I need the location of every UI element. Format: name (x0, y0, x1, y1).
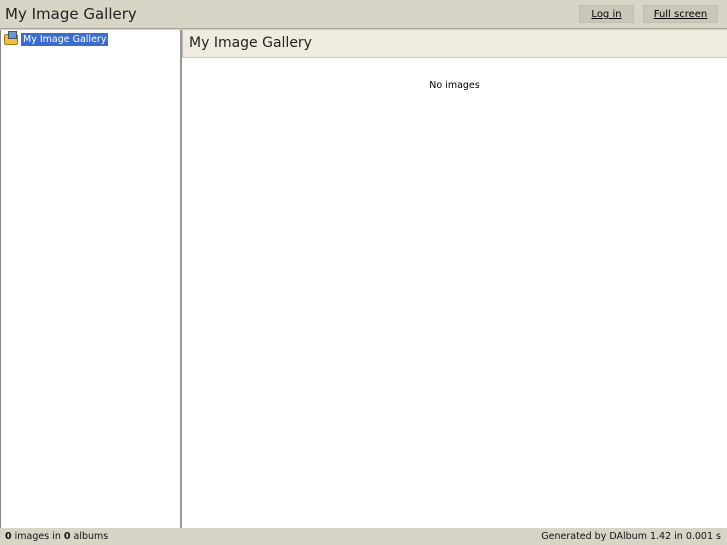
status-bar: 0 images in 0 albums Generated by DAlbum… (0, 528, 727, 545)
album-tree: My Image Gallery (0, 30, 182, 528)
content-pane: My Image Gallery No images (182, 30, 727, 528)
images-count: 0 (5, 531, 12, 542)
folder-icon (4, 31, 18, 45)
tree-item-root[interactable]: My Image Gallery (4, 31, 109, 46)
app-title: My Image Gallery (5, 5, 137, 23)
image-count: 0 images in 0 albums (5, 528, 108, 545)
generated-by: Generated by DAlbum 1.42 in 0.001 s (541, 531, 721, 542)
images-label: images in (11, 531, 64, 542)
login-button[interactable]: Log in (579, 5, 634, 23)
albums-count: 0 (63, 531, 71, 542)
tree-item-label[interactable]: My Image Gallery (21, 33, 109, 46)
fullscreen-button[interactable]: Full screen (643, 5, 718, 23)
album-title: My Image Gallery (182, 30, 727, 58)
empty-message: No images (429, 80, 480, 91)
header: My Image Gallery Log in Full screen (0, 0, 727, 29)
albums-label: albums (70, 531, 109, 542)
